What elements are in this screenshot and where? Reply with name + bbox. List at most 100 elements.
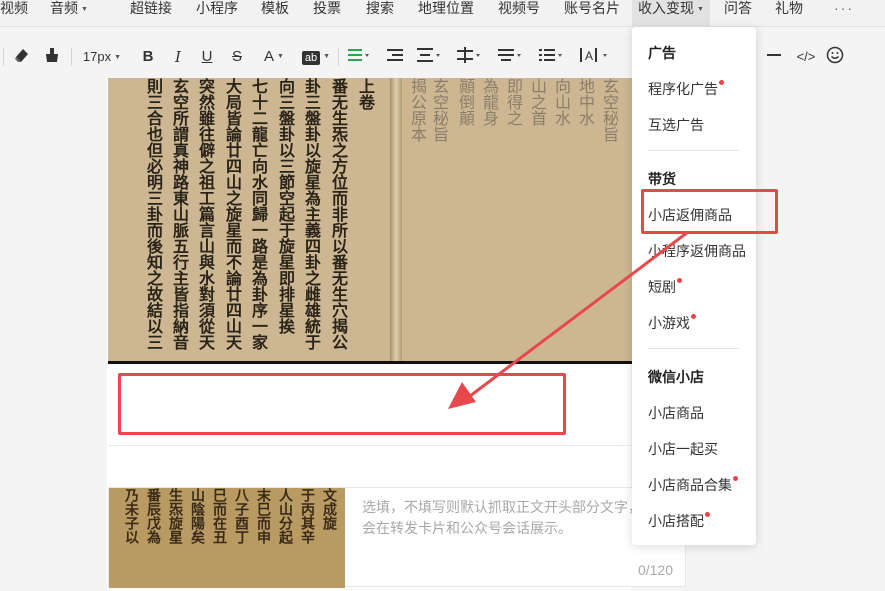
menu-item-mini-game[interactable]: 小游戏 <box>648 313 696 333</box>
divider-line-icon[interactable] <box>766 46 782 68</box>
menu-audio[interactable]: 音频 ▼ <box>50 0 88 26</box>
thumb-column: 山陰陽矣 <box>189 488 205 544</box>
menu-item-label: 小店商品合集 <box>648 477 732 493</box>
bold-button[interactable]: B <box>140 46 156 68</box>
editor-gutter <box>0 76 107 591</box>
summary-counter: 0/120 <box>637 562 673 578</box>
thumb-column: 人山分起 <box>277 488 293 544</box>
menu-item-shop-combo[interactable]: 小店搭配 <box>648 511 710 531</box>
section-title-wechat-shop: 微信小店 <box>648 369 704 385</box>
list-icon[interactable] <box>538 46 566 68</box>
underline-button[interactable]: U <box>199 46 215 68</box>
menu-account-card[interactable]: 账号名片 <box>564 0 620 26</box>
paragraph-spacing-icon[interactable] <box>416 46 444 68</box>
menu-miniprogram-label: 小程序 <box>196 0 238 16</box>
manuscript-image[interactable]: 則三合也但必明三卦而後知之故結以三 玄空所謂真神路東山脈五行主皆指納音 突然雖往… <box>108 78 632 363</box>
menu-template[interactable]: 模板 <box>261 0 289 26</box>
chevron-down-icon: ▼ <box>277 53 284 61</box>
underline-icon: U <box>201 48 213 65</box>
chevron-down-icon: ▼ <box>323 53 331 61</box>
toolbar-divider <box>71 48 72 66</box>
menu-audio-label: 音频 <box>50 0 78 16</box>
strikethrough-button[interactable]: S <box>229 46 245 68</box>
editor-divider <box>108 445 632 446</box>
monetization-dropdown: 广告 程序化广告 互选广告 带货 小店返佣商品 小程序返佣商品 短剧 小游戏 微… <box>632 27 756 545</box>
svg-text:A: A <box>585 49 593 63</box>
menu-monetization-label: 收入变现 <box>638 0 694 16</box>
menu-item-label: 小游戏 <box>648 315 690 331</box>
manuscript-column: 玄空所謂真神路東山脈五行主皆指納音 <box>170 78 189 350</box>
menu-vote[interactable]: 投票 <box>313 0 341 26</box>
italic-icon: I <box>175 48 181 66</box>
menu-item-label: 小店商品 <box>648 405 704 421</box>
manuscript-column: 上卷 <box>356 78 375 110</box>
manuscript-column: 玄空秘旨 <box>600 78 619 142</box>
font-color-button[interactable]: A ▼ <box>259 46 289 68</box>
font-size-value: 17px <box>82 49 112 64</box>
menu-qa[interactable]: 问答 <box>724 0 752 26</box>
menu-item-programmatic-ads[interactable]: 程序化广告 <box>648 79 724 99</box>
bg-color-icon: ab <box>301 51 321 65</box>
indent-icon[interactable] <box>386 46 406 68</box>
letter-spacing-icon[interactable] <box>497 46 525 68</box>
menu-miniprogram[interactable]: 小程序 <box>196 0 238 26</box>
menu-channels[interactable]: 视频号 <box>498 0 540 26</box>
manuscript-column: 番无生炁之方位而非所以番无生穴揭公 <box>329 78 348 350</box>
new-dot <box>691 314 696 319</box>
manuscript-column: 突然雖往僻之祖工篇言山與水對須從天 <box>196 78 215 350</box>
line-height-icon[interactable] <box>456 46 484 68</box>
menu-location[interactable]: 地理位置 <box>418 0 474 26</box>
menu-item-shop-group-buy[interactable]: 小店一起买 <box>648 439 718 459</box>
menu-item-shop-goods[interactable]: 小店商品 <box>648 403 704 423</box>
format-painter-icon[interactable] <box>43 46 63 68</box>
emoji-icon[interactable] <box>826 46 846 68</box>
menu-video-label: 视频 <box>0 0 28 16</box>
menu-item-shop-collection[interactable]: 小店商品合集 <box>648 475 738 495</box>
font-color-icon: A <box>264 48 275 65</box>
manuscript-column: 山之首 <box>528 78 547 126</box>
manuscript-column: 七十二龍亡向水同歸一路是為卦序一家 <box>249 78 268 350</box>
thumb-column: 八子酉丁 <box>233 488 249 544</box>
new-dot <box>705 512 710 517</box>
annotation-highlight-menu-item <box>641 189 778 234</box>
menu-monetization[interactable]: 收入变现 ▼ <box>632 0 710 26</box>
thumb-column: 文成旋 <box>321 488 337 530</box>
toolbar-divider <box>3 48 4 66</box>
menu-video[interactable]: 视频 <box>0 0 28 26</box>
thumb-column: 生炁旋星 <box>167 488 183 544</box>
menu-search[interactable]: 搜索 <box>366 0 394 26</box>
code-button[interactable]: </> <box>795 46 817 68</box>
annotation-insert-area <box>118 373 566 435</box>
manuscript-column: 為龍身 <box>480 78 499 126</box>
chevron-down-icon: ▼ <box>114 53 122 61</box>
text-direction-icon[interactable]: A <box>579 46 613 68</box>
cover-thumbnail[interactable]: 乃未子以 番辰戊為 生炁旋星 山陰陽矣 巳而在丑 八子酉丁 末巳而申 人山分起 … <box>109 488 345 588</box>
menu-channels-label: 视频号 <box>498 0 540 16</box>
menu-item-label: 小店一起买 <box>648 441 718 457</box>
menu-more[interactable]: ··· <box>834 0 854 26</box>
eraser-icon[interactable] <box>13 46 33 68</box>
menu-item-mutual-ads[interactable]: 互选广告 <box>648 115 704 135</box>
chevron-down-icon: ▼ <box>697 5 704 13</box>
menu-search-label: 搜索 <box>366 0 394 16</box>
new-dot <box>719 80 724 85</box>
section-title-ads: 广告 <box>648 45 676 61</box>
manuscript-column: 地中水 <box>576 78 595 126</box>
manuscript-column: 顚倒顛 <box>456 78 475 126</box>
menu-hyperlink[interactable]: 超链接 <box>130 0 172 26</box>
menu-item-miniprogram-rebate-goods[interactable]: 小程序返佣商品 <box>648 241 746 261</box>
bg-color-button[interactable]: ab ▼ <box>299 46 333 68</box>
italic-button[interactable]: I <box>170 46 186 68</box>
manuscript-column: 即得之 <box>504 78 523 126</box>
font-size-select[interactable]: 17px ▼ <box>82 46 122 68</box>
menu-gift[interactable]: 礼物 <box>775 0 803 26</box>
manuscript-column: 則三合也但必明三卦而後知之故結以三 <box>144 78 163 350</box>
menu-hyperlink-label: 超链接 <box>130 0 172 16</box>
align-button[interactable] <box>347 46 373 68</box>
menu-item-short-drama[interactable]: 短剧 <box>648 277 682 297</box>
code-icon: </> <box>796 49 816 64</box>
menu-location-label: 地理位置 <box>418 0 474 16</box>
menu-separator <box>648 348 740 349</box>
insert-menubar: 视频 音频 ▼ 超链接 小程序 模板 投票 搜索 地理位置 视频号 账号名片 收入… <box>0 0 885 27</box>
thumb-column: 番辰戊為 <box>145 488 161 544</box>
